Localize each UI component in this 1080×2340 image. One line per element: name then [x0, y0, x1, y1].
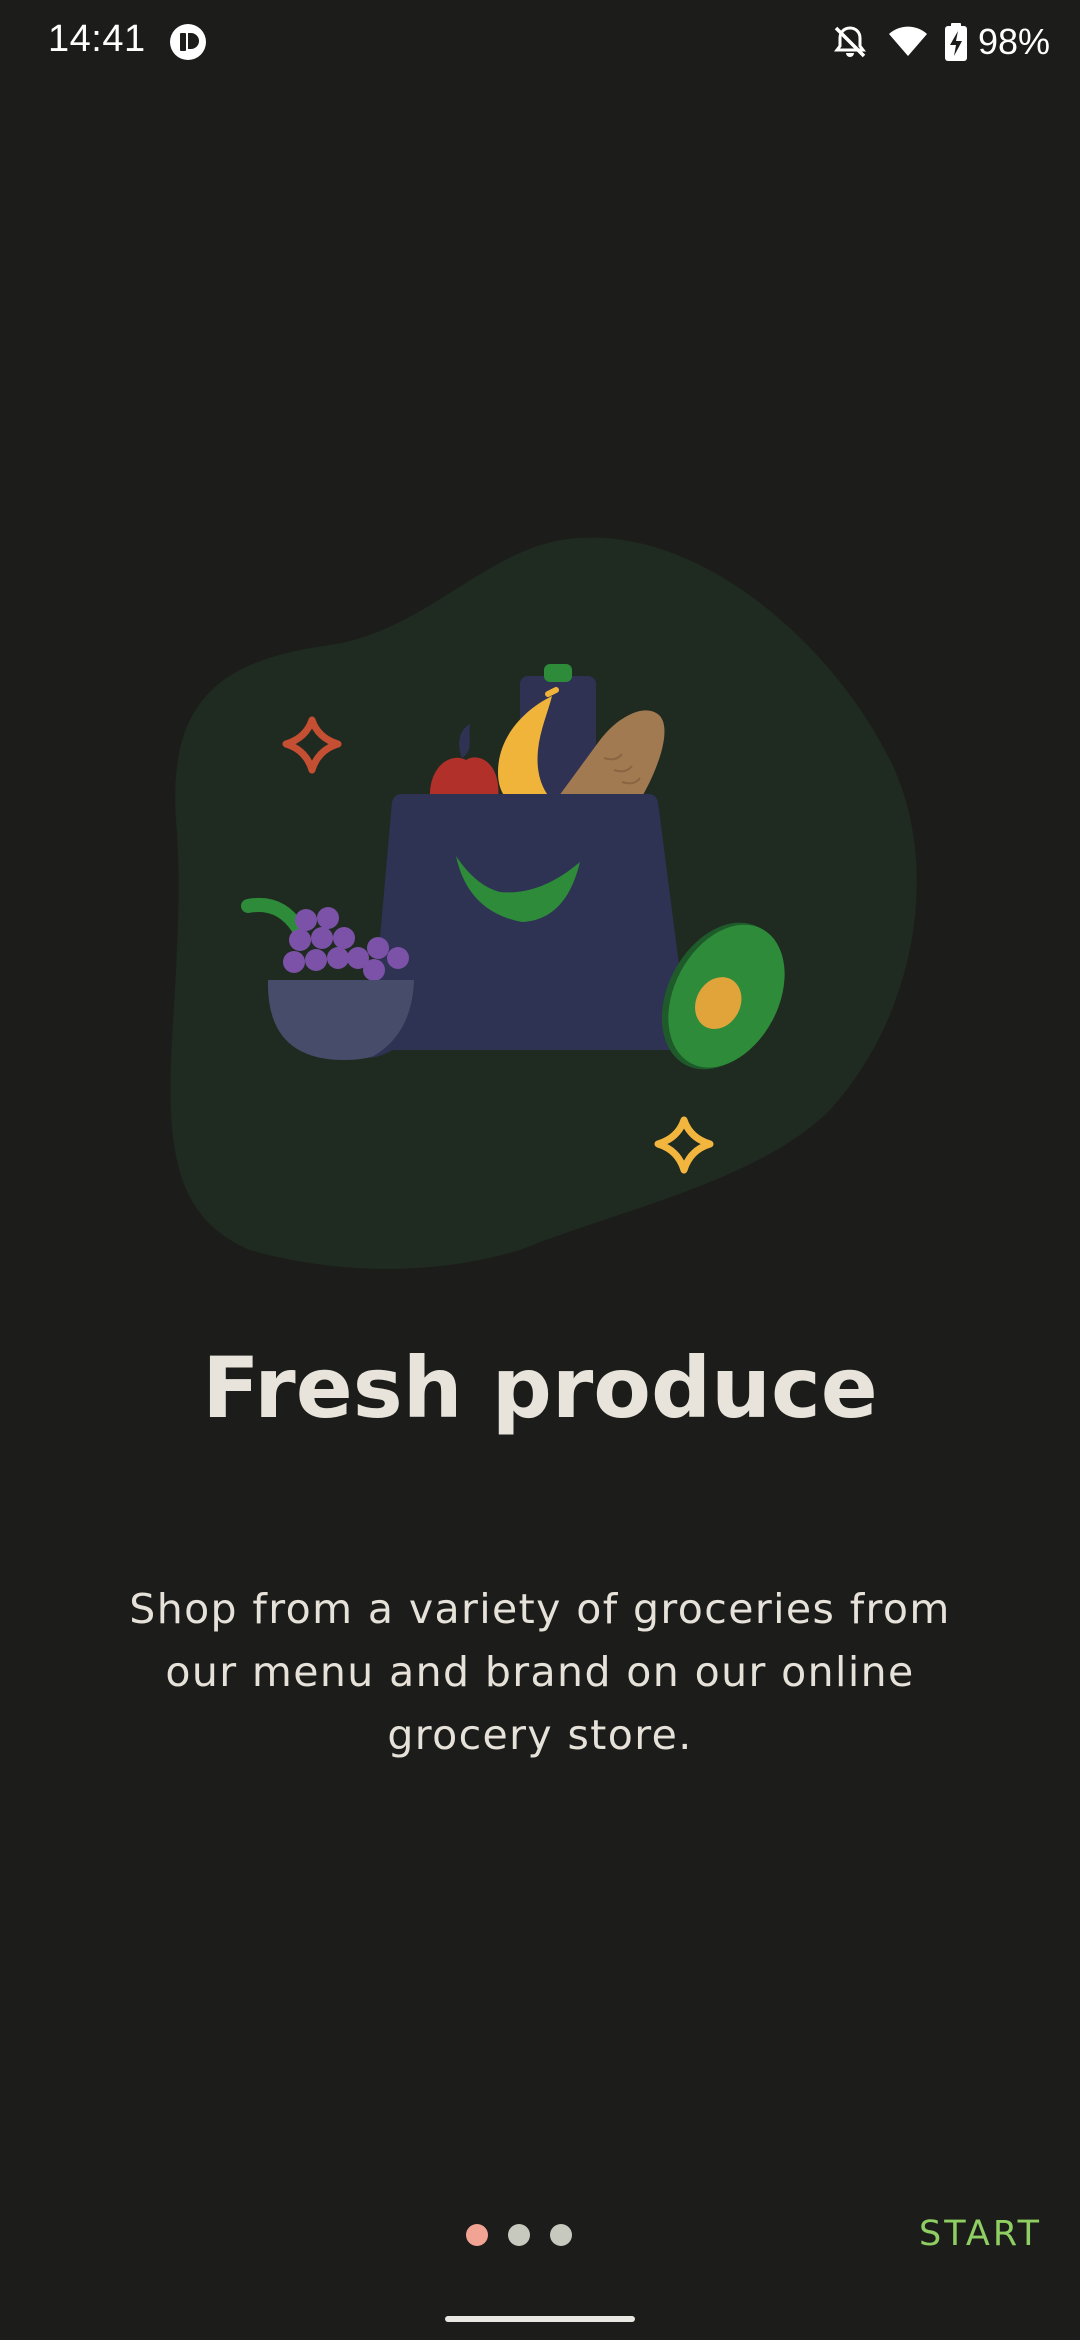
page-indicator [466, 2224, 572, 2246]
home-indicator[interactable] [445, 2316, 635, 2322]
bread [556, 710, 665, 800]
background-blob [170, 537, 917, 1269]
sparkle-yellow [654, 1116, 714, 1174]
avocado [661, 922, 785, 1070]
onboarding-description: Shop from a variety of groceries from ou… [129, 1585, 951, 1759]
app-notification-icon [170, 24, 206, 60]
banana [498, 696, 556, 804]
wifi-icon [888, 26, 927, 56]
battery-percent: 98% [977, 21, 1050, 62]
bowl [267, 980, 421, 1060]
shopping-bag [370, 794, 690, 1050]
page-dot-1 [466, 2224, 488, 2246]
page-dot-2 [508, 2224, 530, 2246]
start-button[interactable]: START [915, 2202, 1046, 2266]
grocery-bag-icon [170, 537, 917, 1269]
grapes [283, 907, 409, 981]
onboarding-title: Fresh produce [202, 1339, 878, 1437]
page-dot-3 [550, 2224, 572, 2246]
status-time: 14:41 [48, 18, 146, 60]
sparkle-red [282, 716, 342, 774]
notifications-off-icon [833, 26, 866, 58]
status-icons: 98% [830, 18, 1050, 66]
battery-charging-icon [944, 23, 967, 61]
bag-smile [456, 856, 580, 922]
status-bar: 14:41 98% [0, 0, 1080, 84]
apple [429, 757, 499, 800]
